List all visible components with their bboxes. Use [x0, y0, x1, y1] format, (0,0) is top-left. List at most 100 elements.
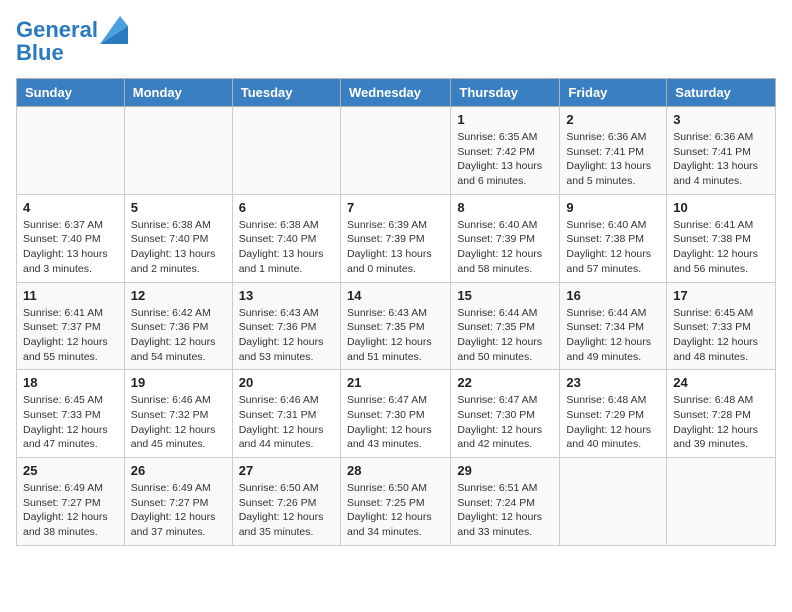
header-day-sunday: Sunday: [17, 79, 125, 107]
day-info: Sunrise: 6:43 AMSunset: 7:35 PMDaylight:…: [347, 306, 444, 365]
day-cell: 5 Sunrise: 6:38 AMSunset: 7:40 PMDaylight…: [124, 194, 232, 282]
day-info: Sunrise: 6:41 AMSunset: 7:38 PMDaylight:…: [673, 218, 769, 277]
day-info: Sunrise: 6:42 AMSunset: 7:36 PMDaylight:…: [131, 306, 226, 365]
day-cell: 19 Sunrise: 6:46 AMSunset: 7:32 PMDayligh…: [124, 370, 232, 458]
day-info: Sunrise: 6:36 AMSunset: 7:41 PMDaylight:…: [673, 130, 769, 189]
day-number: 29: [457, 463, 553, 478]
day-number: 1: [457, 112, 553, 127]
day-info: Sunrise: 6:46 AMSunset: 7:31 PMDaylight:…: [239, 393, 334, 452]
day-cell: 14 Sunrise: 6:43 AMSunset: 7:35 PMDayligh…: [340, 282, 450, 370]
day-number: 19: [131, 375, 226, 390]
day-cell: 10 Sunrise: 6:41 AMSunset: 7:38 PMDayligh…: [667, 194, 776, 282]
header-day-saturday: Saturday: [667, 79, 776, 107]
day-number: 14: [347, 288, 444, 303]
header-day-wednesday: Wednesday: [340, 79, 450, 107]
day-cell: 3Sunrise: 6:36 AMSunset: 7:41 PMDaylight…: [667, 107, 776, 195]
header-day-tuesday: Tuesday: [232, 79, 340, 107]
day-info: Sunrise: 6:48 AMSunset: 7:28 PMDaylight:…: [673, 393, 769, 452]
day-cell: [560, 458, 667, 546]
day-cell: 22 Sunrise: 6:47 AMSunset: 7:30 PMDayligh…: [451, 370, 560, 458]
header-day-monday: Monday: [124, 79, 232, 107]
logo: General Blue: [16, 16, 128, 66]
day-number: 16: [566, 288, 660, 303]
day-cell: 6 Sunrise: 6:38 AMSunset: 7:40 PMDaylight…: [232, 194, 340, 282]
day-cell: 25 Sunrise: 6:49 AMSunset: 7:27 PMDayligh…: [17, 458, 125, 546]
day-cell: 7Sunrise: 6:39 AMSunset: 7:39 PMDaylight…: [340, 194, 450, 282]
day-cell: 27Sunrise: 6:50 AMSunset: 7:26 PMDayligh…: [232, 458, 340, 546]
day-info: Sunrise: 6:35 AMSunset: 7:42 PMDaylight:…: [457, 130, 553, 189]
day-cell: [124, 107, 232, 195]
day-number: 6: [239, 200, 334, 215]
day-info: Sunrise: 6:49 AMSunset: 7:27 PMDaylight:…: [131, 481, 226, 540]
day-info: Sunrise: 6:38 AMSunset: 7:40 PMDaylight:…: [239, 218, 334, 277]
day-number: 9: [566, 200, 660, 215]
day-info: Sunrise: 6:38 AMSunset: 7:40 PMDaylight:…: [131, 218, 226, 277]
day-info: Sunrise: 6:40 AMSunset: 7:38 PMDaylight:…: [566, 218, 660, 277]
day-number: 11: [23, 288, 118, 303]
day-cell: 24 Sunrise: 6:48 AMSunset: 7:28 PMDayligh…: [667, 370, 776, 458]
day-cell: [667, 458, 776, 546]
day-number: 23: [566, 375, 660, 390]
day-info: Sunrise: 6:44 AMSunset: 7:34 PMDaylight:…: [566, 306, 660, 365]
day-cell: 8Sunrise: 6:40 AMSunset: 7:39 PMDaylight…: [451, 194, 560, 282]
day-info: Sunrise: 6:51 AMSunset: 7:24 PMDaylight:…: [457, 481, 553, 540]
day-cell: 9 Sunrise: 6:40 AMSunset: 7:38 PMDaylight…: [560, 194, 667, 282]
day-number: 28: [347, 463, 444, 478]
day-cell: 17Sunrise: 6:45 AMSunset: 7:33 PMDayligh…: [667, 282, 776, 370]
day-cell: 13Sunrise: 6:43 AMSunset: 7:36 PMDayligh…: [232, 282, 340, 370]
day-cell: 29 Sunrise: 6:51 AMSunset: 7:24 PMDayligh…: [451, 458, 560, 546]
day-info: Sunrise: 6:36 AMSunset: 7:41 PMDaylight:…: [566, 130, 660, 189]
day-info: Sunrise: 6:40 AMSunset: 7:39 PMDaylight:…: [457, 218, 553, 277]
week-row-1: 1 Sunrise: 6:35 AMSunset: 7:42 PMDaylight…: [17, 107, 776, 195]
logo-icon: [100, 16, 128, 44]
day-info: Sunrise: 6:50 AMSunset: 7:26 PMDaylight:…: [239, 481, 334, 540]
day-info: Sunrise: 6:44 AMSunset: 7:35 PMDaylight:…: [457, 306, 553, 365]
day-cell: 2 Sunrise: 6:36 AMSunset: 7:41 PMDaylight…: [560, 107, 667, 195]
day-number: 18: [23, 375, 118, 390]
day-info: Sunrise: 6:49 AMSunset: 7:27 PMDaylight:…: [23, 481, 118, 540]
logo-text: General: [16, 18, 98, 42]
page-header: General Blue: [16, 16, 776, 66]
day-number: 21: [347, 375, 444, 390]
header-row: SundayMondayTuesdayWednesdayThursdayFrid…: [17, 79, 776, 107]
day-info: Sunrise: 6:47 AMSunset: 7:30 PMDaylight:…: [457, 393, 553, 452]
day-number: 17: [673, 288, 769, 303]
day-cell: 26 Sunrise: 6:49 AMSunset: 7:27 PMDayligh…: [124, 458, 232, 546]
day-number: 12: [131, 288, 226, 303]
day-cell: 4 Sunrise: 6:37 AMSunset: 7:40 PMDaylight…: [17, 194, 125, 282]
day-number: 24: [673, 375, 769, 390]
day-number: 20: [239, 375, 334, 390]
day-number: 10: [673, 200, 769, 215]
day-cell: [17, 107, 125, 195]
day-cell: 23 Sunrise: 6:48 AMSunset: 7:29 PMDayligh…: [560, 370, 667, 458]
day-info: Sunrise: 6:45 AMSunset: 7:33 PMDaylight:…: [23, 393, 118, 452]
day-number: 5: [131, 200, 226, 215]
day-cell: 21 Sunrise: 6:47 AMSunset: 7:30 PMDayligh…: [340, 370, 450, 458]
day-number: 25: [23, 463, 118, 478]
day-cell: 28 Sunrise: 6:50 AMSunset: 7:25 PMDayligh…: [340, 458, 450, 546]
day-cell: 16 Sunrise: 6:44 AMSunset: 7:34 PMDayligh…: [560, 282, 667, 370]
day-cell: 1 Sunrise: 6:35 AMSunset: 7:42 PMDaylight…: [451, 107, 560, 195]
week-row-4: 18 Sunrise: 6:45 AMSunset: 7:33 PMDayligh…: [17, 370, 776, 458]
day-cell: [340, 107, 450, 195]
header-day-friday: Friday: [560, 79, 667, 107]
day-number: 4: [23, 200, 118, 215]
day-cell: 20 Sunrise: 6:46 AMSunset: 7:31 PMDayligh…: [232, 370, 340, 458]
week-row-5: 25 Sunrise: 6:49 AMSunset: 7:27 PMDayligh…: [17, 458, 776, 546]
day-number: 22: [457, 375, 553, 390]
day-number: 7: [347, 200, 444, 215]
day-info: Sunrise: 6:47 AMSunset: 7:30 PMDaylight:…: [347, 393, 444, 452]
day-info: Sunrise: 6:48 AMSunset: 7:29 PMDaylight:…: [566, 393, 660, 452]
day-number: 26: [131, 463, 226, 478]
day-cell: 12 Sunrise: 6:42 AMSunset: 7:36 PMDayligh…: [124, 282, 232, 370]
day-info: Sunrise: 6:50 AMSunset: 7:25 PMDaylight:…: [347, 481, 444, 540]
day-cell: [232, 107, 340, 195]
week-row-2: 4 Sunrise: 6:37 AMSunset: 7:40 PMDaylight…: [17, 194, 776, 282]
day-number: 2: [566, 112, 660, 127]
day-cell: 18 Sunrise: 6:45 AMSunset: 7:33 PMDayligh…: [17, 370, 125, 458]
day-info: Sunrise: 6:41 AMSunset: 7:37 PMDaylight:…: [23, 306, 118, 365]
calendar-table: SundayMondayTuesdayWednesdayThursdayFrid…: [16, 78, 776, 546]
day-info: Sunrise: 6:37 AMSunset: 7:40 PMDaylight:…: [23, 218, 118, 277]
day-number: 15: [457, 288, 553, 303]
day-info: Sunrise: 6:46 AMSunset: 7:32 PMDaylight:…: [131, 393, 226, 452]
